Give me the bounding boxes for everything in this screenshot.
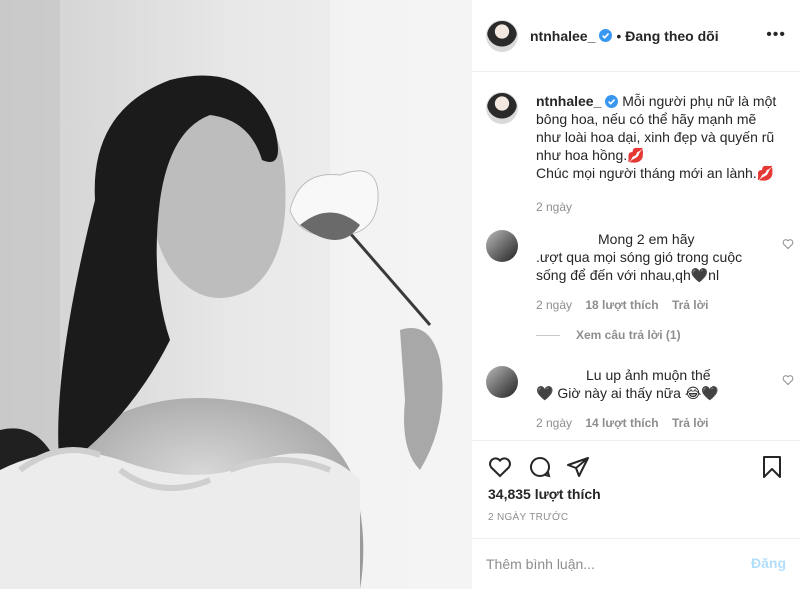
comment-likes[interactable]: 14 lượt thích <box>585 416 658 430</box>
share-icon[interactable] <box>566 455 590 479</box>
like-comment-heart-icon[interactable] <box>782 238 794 250</box>
caption-time[interactable]: 2 ngày <box>536 198 786 216</box>
caption-line: Chúc mọi người tháng mới an lành.💋 <box>536 165 775 181</box>
caption-author-avatar[interactable] <box>486 92 518 124</box>
caption-line: như hoa hồng.💋 <box>536 147 645 163</box>
verified-badge-icon <box>599 29 613 42</box>
add-comment-bar: Đăng <box>472 538 800 589</box>
comment-reply-button[interactable]: Trả lời <box>672 416 709 430</box>
caption-line: như loài hoa dại, xinh đẹp và quyến rũ <box>536 129 775 145</box>
comment-item: Lu up ảnh muộn thế 🖤 Giờ này ai thấy nữa… <box>486 366 794 430</box>
comment-meta: 2 ngày 18 lượt thích Trả lời <box>536 298 786 312</box>
woman-with-flower-image <box>0 0 472 589</box>
commenter-avatar[interactable] <box>486 366 518 398</box>
comment-time[interactable]: 2 ngày <box>536 416 572 430</box>
likes-count[interactable]: 34,835 lượt thích <box>488 486 601 502</box>
commenter-avatar[interactable] <box>486 230 518 262</box>
post-photo[interactable] <box>0 0 472 589</box>
replies-divider <box>536 334 560 336</box>
author-avatar[interactable] <box>486 19 518 52</box>
caption-text: ntnhalee_ Mỗi người phụ nữ là một bông h… <box>536 92 786 216</box>
bookmark-icon[interactable] <box>760 455 784 479</box>
posted-time[interactable]: 2 NGÀY TRƯỚC <box>488 512 568 523</box>
heart-icon[interactable] <box>488 455 512 479</box>
comment-likes[interactable]: 18 lượt thích <box>585 298 658 312</box>
view-replies-button[interactable]: Xem câu trả lời (1) <box>536 328 681 342</box>
comment-text: Mong 2 em hãy .ượt qua mọi sóng gió tron… <box>536 231 743 283</box>
post-caption: ntnhalee_ Mỗi người phụ nữ là một bông h… <box>486 92 786 216</box>
caption-username[interactable]: ntnhalee_ <box>536 93 601 109</box>
follow-status-button[interactable]: Đang theo dõi <box>625 28 718 44</box>
post-comment-button[interactable]: Đăng <box>751 555 786 571</box>
comment-meta: 2 ngày 14 lượt thích Trả lời <box>536 416 786 430</box>
post-details-panel: ntnhalee_ • Đang theo dõi ••• ntnhalee_ … <box>472 0 800 589</box>
caption-line: bông hoa, nếu có thể hãy mạnh mẽ <box>536 111 757 127</box>
more-options-icon[interactable]: ••• <box>766 27 786 43</box>
like-comment-heart-icon[interactable] <box>782 374 794 386</box>
comment-input[interactable] <box>486 549 736 579</box>
post-header: ntnhalee_ • Đang theo dõi ••• <box>472 0 800 72</box>
view-replies-label[interactable]: Xem câu trả lời (1) <box>576 328 681 342</box>
caption-line: Mỗi người phụ nữ là một <box>622 93 777 109</box>
comment-icon[interactable] <box>528 455 552 479</box>
verified-badge-icon <box>605 95 619 108</box>
comment-reply-button[interactable]: Trả lời <box>672 298 709 312</box>
comment-time[interactable]: 2 ngày <box>536 298 572 312</box>
comment-text: Lu up ảnh muộn thế 🖤 Giờ này ai thấy nữa… <box>536 367 719 401</box>
separator-dot: • <box>616 27 622 44</box>
comment-item: Mong 2 em hãy .ượt qua mọi sóng gió tron… <box>486 230 794 312</box>
author-username[interactable]: ntnhalee_ <box>530 28 595 44</box>
